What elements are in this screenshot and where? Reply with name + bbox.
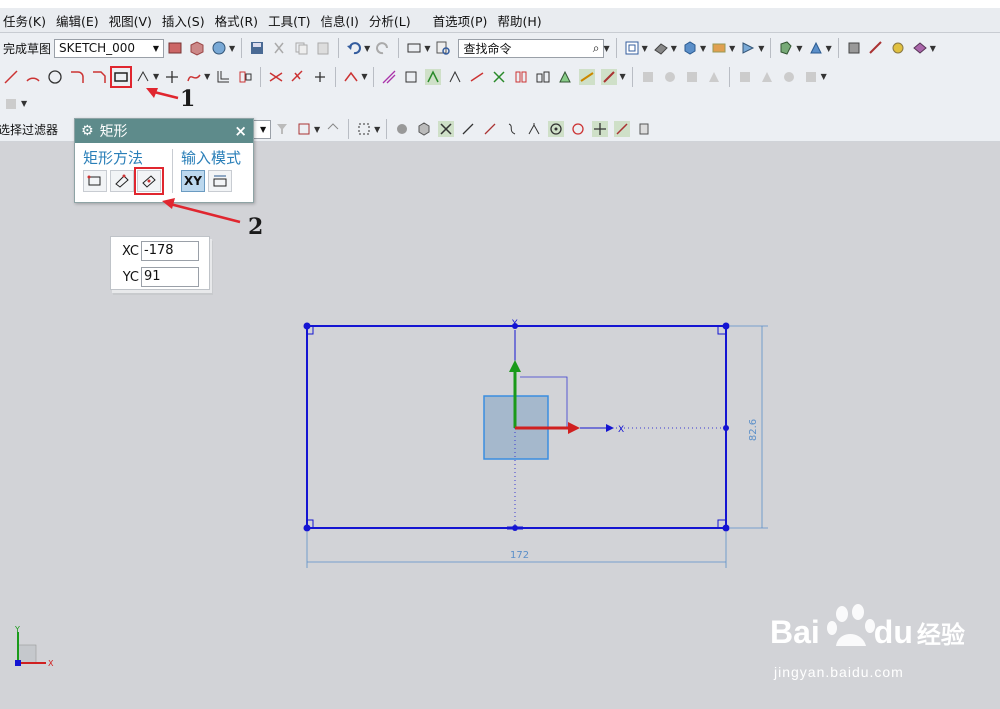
- view-triad: Y X: [14, 625, 54, 668]
- callout-arrow-2: [162, 198, 241, 224]
- triad-x-label: X: [48, 659, 54, 668]
- x-axis-head: [568, 422, 580, 434]
- sketch-y-label: Y: [511, 319, 518, 329]
- callout-number-2: 2: [248, 214, 264, 240]
- sketch-x-label: X: [618, 425, 624, 435]
- y-axis-head: [509, 360, 521, 372]
- triad-y-label: Y: [14, 625, 20, 634]
- sketch-x-direction-head: [606, 424, 614, 432]
- watermark-cn: 经验: [916, 622, 965, 649]
- callout-arrow-1: [146, 88, 179, 100]
- baidu-watermark: Bai du 经验 jingyan.baidu.com: [770, 600, 965, 690]
- callout-number-1: 1: [180, 86, 196, 112]
- watermark-url: jingyan.baidu.com: [774, 664, 904, 680]
- width-dimension-text[interactable]: 172: [510, 550, 529, 561]
- watermark-brand-bai: Bai: [770, 614, 820, 650]
- height-dimension-text[interactable]: 82.6: [748, 419, 759, 441]
- watermark-brand-du: du: [873, 614, 913, 650]
